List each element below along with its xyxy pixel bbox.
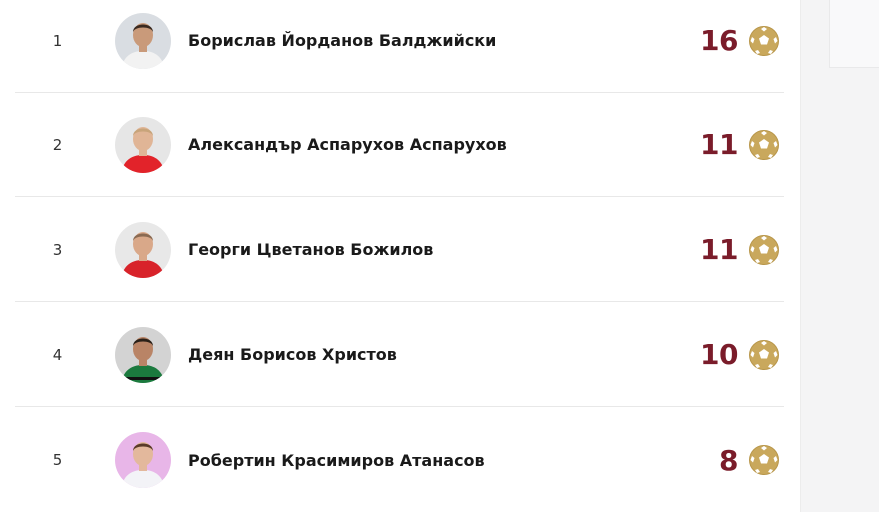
avatar[interactable]: [115, 432, 171, 488]
right-sidebar: [800, 0, 879, 512]
player-name[interactable]: Борислав Йорданов Балджийски: [188, 0, 496, 92]
rank: 5: [52, 451, 63, 469]
player-name[interactable]: Робертин Красимиров Атанасов: [188, 408, 485, 512]
list-item[interactable]: 1 Борислав Йорданов Балджийски 16: [15, 0, 784, 93]
sidebar-card: [829, 0, 879, 68]
avatar[interactable]: [115, 326, 171, 383]
goal-count: 16: [700, 24, 738, 57]
football-icon: [748, 234, 780, 266]
avatar[interactable]: [115, 116, 171, 173]
rank: 1: [52, 31, 63, 50]
list-item[interactable]: 5 Робертин Красимиров Атанасов 8: [15, 408, 784, 512]
goal-count: 10: [700, 338, 738, 371]
list-item[interactable]: 2 Александър Аспарухов Аспарухов 11: [15, 93, 784, 197]
list-item[interactable]: 4 Деян Борисов Христов 10: [15, 303, 784, 407]
football-icon: [748, 339, 780, 371]
avatar[interactable]: [115, 221, 171, 278]
list-item[interactable]: 3 Георги Цветанов Божилов 11: [15, 198, 784, 302]
rank: 3: [52, 240, 63, 259]
goal-count: 11: [700, 233, 738, 266]
top-scorers-list: 1 Борислав Йорданов Балджийски 16 2 Алек…: [0, 0, 800, 512]
goal-count: 8: [719, 443, 738, 477]
player-name[interactable]: Александър Аспарухов Аспарухов: [188, 93, 507, 196]
player-name[interactable]: Деян Борисов Христов: [188, 303, 397, 406]
football-icon: [748, 129, 780, 161]
rank: 2: [52, 135, 63, 154]
football-icon: [748, 25, 780, 57]
avatar[interactable]: [115, 12, 171, 69]
player-name[interactable]: Георги Цветанов Божилов: [188, 198, 433, 301]
goal-count: 11: [700, 128, 738, 161]
rank: 4: [52, 345, 63, 364]
football-icon: [748, 444, 780, 476]
